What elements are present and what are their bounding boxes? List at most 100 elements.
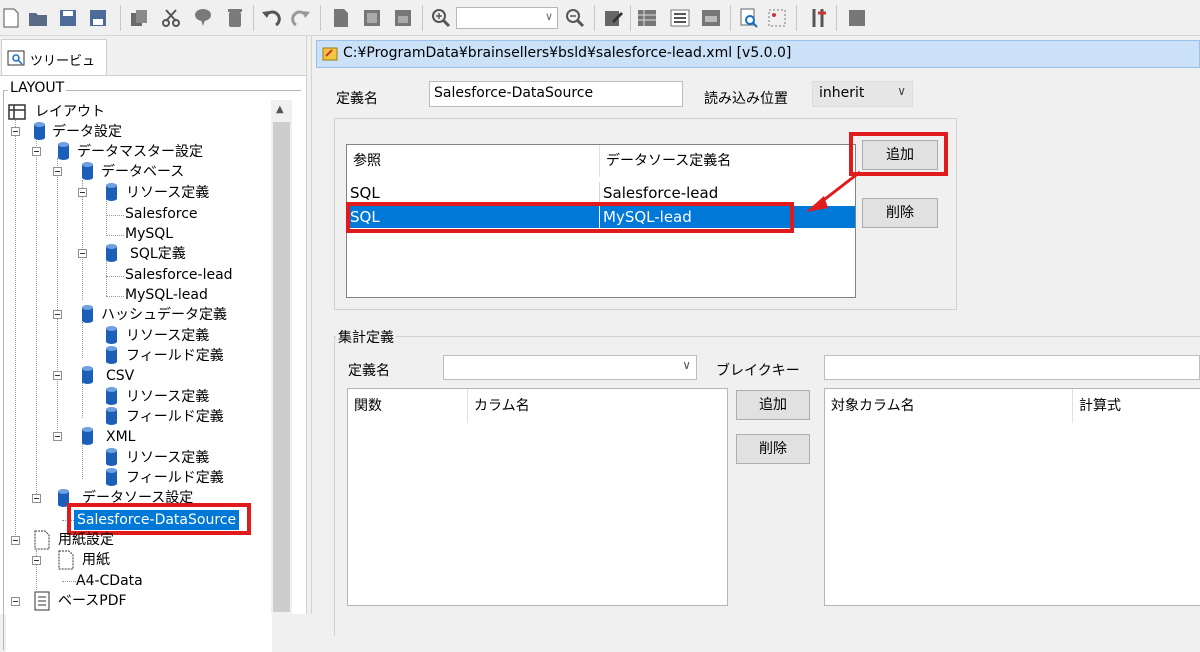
tree-node-database[interactable]: データベース: [101, 162, 184, 182]
chevron-down-icon: ∨: [682, 358, 691, 372]
read-position-select[interactable]: inherit ∨: [812, 81, 913, 107]
tools-icon[interactable]: [808, 7, 830, 29]
collapse-icon[interactable]: [53, 167, 62, 176]
cell-reference: SQL: [350, 184, 380, 202]
collapse-icon[interactable]: [53, 432, 62, 441]
tree-node-csv[interactable]: CSV: [106, 366, 134, 386]
tree-node-salesforce-lead[interactable]: Salesforce-lead: [125, 265, 233, 285]
aggregation-group-title: 集計定義: [336, 327, 396, 347]
grid-icon[interactable]: [766, 7, 788, 29]
tree-node-xml[interactable]: XML: [106, 427, 135, 447]
tree-node-sql-def[interactable]: SQL定義: [130, 244, 186, 264]
page3-icon[interactable]: [392, 7, 414, 29]
database-icon: [82, 366, 93, 384]
layout-icon: [8, 104, 26, 120]
collapse-icon[interactable]: [53, 310, 62, 319]
tree-node-mysql[interactable]: MySQL: [125, 224, 173, 244]
database-icon: [82, 427, 93, 445]
page-icon[interactable]: [330, 7, 352, 29]
zoom-select[interactable]: ∨: [456, 7, 558, 29]
database-icon: [82, 162, 93, 180]
tree-node-mysql-lead[interactable]: MySQL-lead: [125, 285, 208, 305]
layout-group-title: LAYOUT: [8, 80, 67, 96]
column-header-column-name[interactable]: カラム名: [468, 389, 702, 423]
collapse-icon[interactable]: [11, 127, 20, 136]
form-icon[interactable]: [700, 7, 722, 29]
redo-icon[interactable]: [290, 7, 312, 29]
save-icon[interactable]: [57, 7, 79, 29]
new-file-icon[interactable]: [0, 7, 22, 29]
save-all-icon[interactable]: [87, 7, 109, 29]
agg-def-name-select[interactable]: ∨: [443, 355, 697, 380]
pane-splitter[interactable]: [306, 36, 312, 614]
preview-icon[interactable]: [738, 7, 760, 29]
tree-node-hash-data[interactable]: ハッシュデータ定義: [101, 305, 227, 325]
tree-node-base-pdf[interactable]: ベースPDF: [58, 591, 127, 611]
tree-node-salesforce[interactable]: Salesforce: [125, 204, 198, 224]
database-icon: [106, 326, 117, 344]
pdf-icon: [34, 591, 50, 611]
tree-node-resource-def[interactable]: リソース定義: [126, 183, 209, 203]
copy-icon[interactable]: [128, 7, 150, 29]
collapse-icon[interactable]: [32, 147, 41, 156]
collapse-icon[interactable]: [78, 188, 87, 197]
open-folder-icon[interactable]: [27, 7, 49, 29]
edit-icon[interactable]: [602, 7, 624, 29]
def-name-input[interactable]: Salesforce-DataSource: [429, 81, 683, 107]
paper-icon: [34, 530, 50, 550]
add-function-button[interactable]: 追加: [736, 390, 810, 420]
tree-node-paper[interactable]: 用紙: [82, 550, 110, 570]
tree-node-resource-def[interactable]: リソース定義: [126, 326, 209, 346]
break-key-input[interactable]: [824, 355, 1200, 380]
tree-node-resource-def[interactable]: リソース定義: [126, 387, 209, 407]
database-icon: [34, 122, 45, 140]
function-table[interactable]: 関数 カラム名: [347, 388, 728, 606]
tree-node-data-settings[interactable]: データ設定: [52, 122, 122, 142]
scroll-up-icon[interactable]: ▲: [276, 104, 284, 115]
table-icon[interactable]: [636, 7, 658, 29]
target-column-table[interactable]: 対象カラム名 計算式: [824, 388, 1200, 606]
right-pane: C:¥ProgramData¥brainsellers¥bsld¥salesfo…: [316, 36, 1200, 636]
paste-icon[interactable]: [192, 7, 214, 29]
collapse-icon[interactable]: [11, 597, 20, 606]
paper-icon: [58, 550, 74, 570]
tree-node-field-def[interactable]: フィールド定義: [126, 407, 224, 427]
toolbar: ∨: [0, 0, 1200, 36]
collapse-icon[interactable]: [32, 494, 41, 503]
collapse-icon[interactable]: [78, 249, 87, 258]
tree-node-resource-def[interactable]: リソース定義: [126, 448, 209, 468]
cut-icon[interactable]: [160, 7, 182, 29]
scrollbar-thumb[interactable]: [273, 122, 290, 612]
table-row[interactable]: SQL Salesforce-lead: [347, 182, 855, 204]
cell-datasource-name: Salesforce-lead: [599, 182, 718, 204]
list-icon[interactable]: [669, 7, 691, 29]
page2-icon[interactable]: [361, 7, 383, 29]
tab-tree-view[interactable]: ツリービュー: [1, 39, 107, 88]
collapse-icon[interactable]: [53, 371, 62, 380]
stop-icon[interactable]: [846, 7, 868, 29]
column-header-reference[interactable]: 参照: [347, 145, 599, 177]
delete-reference-button[interactable]: 削除: [862, 198, 938, 228]
collapse-icon[interactable]: [32, 556, 41, 565]
tree-node-field-def[interactable]: フィールド定義: [126, 468, 224, 488]
delete-function-button[interactable]: 削除: [736, 434, 810, 464]
layout-tree[interactable]: レイアウト データ設定 データマスター設定 データベース リソース定義 Sale…: [6, 100, 272, 652]
tree-scrollbar[interactable]: ▲: [271, 100, 292, 614]
document-icon: [322, 47, 338, 61]
column-header-formula[interactable]: 計算式: [1073, 389, 1200, 423]
tree-node-field-def[interactable]: フィールド定義: [126, 346, 224, 366]
zoom-out-icon[interactable]: [564, 7, 586, 29]
read-position-label: 読み込み位置: [704, 91, 788, 107]
tree-node-data-master[interactable]: データマスター設定: [77, 142, 203, 162]
highlight-box: [346, 202, 794, 233]
column-header-target-column[interactable]: 対象カラム名: [825, 389, 1071, 423]
collapse-icon[interactable]: [11, 536, 20, 545]
delete-icon[interactable]: [224, 7, 246, 29]
arrow-annotation-icon: [806, 170, 861, 212]
tree-node-paper-settings[interactable]: 用紙設定: [58, 530, 114, 550]
tree-node-a4-cdata[interactable]: A4-CData: [76, 571, 143, 591]
zoom-in-icon[interactable]: [430, 7, 452, 29]
undo-icon[interactable]: [260, 7, 282, 29]
database-icon: [106, 183, 117, 201]
column-header-function[interactable]: 関数: [348, 389, 466, 423]
